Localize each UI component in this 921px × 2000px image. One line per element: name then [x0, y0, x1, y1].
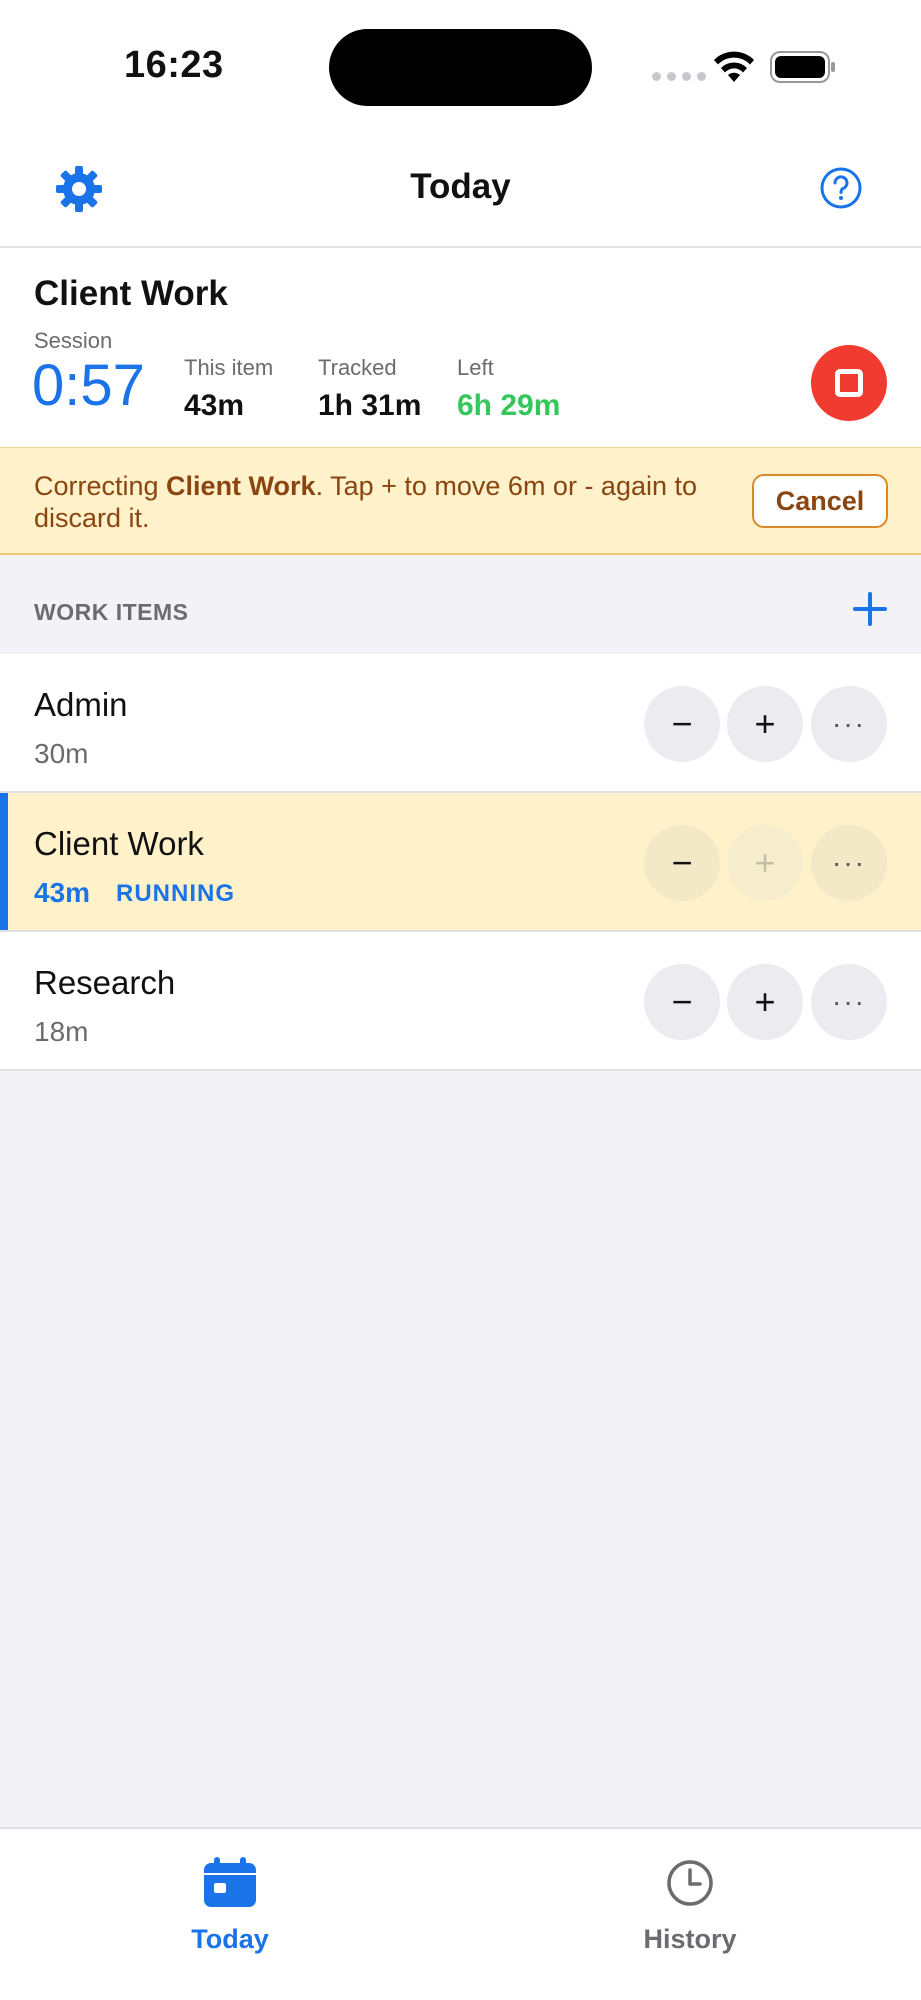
banner-message: Correcting Client Work. Tap + to move 6m…	[34, 471, 698, 533]
status-time: 16:23	[124, 44, 224, 86]
work-items-header: WORK ITEMS	[0, 555, 921, 654]
dynamic-island	[329, 29, 592, 106]
stat-left: Left 6h 29m	[457, 355, 560, 423]
tab-bar: Today History	[0, 1827, 921, 2000]
cancel-button[interactable]: Cancel	[752, 474, 888, 528]
stat-label: This item	[184, 355, 274, 380]
increment-button: +	[727, 825, 803, 901]
section-label: WORK ITEMS	[34, 599, 189, 625]
stop-button[interactable]	[811, 345, 887, 421]
list-item[interactable]: Client Work 43m RUNNING − + ···	[0, 793, 921, 932]
cellular-signal-icon	[652, 72, 706, 81]
wifi-icon	[714, 51, 754, 82]
decrement-button[interactable]: −	[644, 686, 720, 762]
navigation-bar: Today	[0, 135, 921, 248]
stat-tracked: Tracked 1h 31m	[318, 355, 421, 423]
item-duration: 43m	[34, 877, 91, 908]
item-name: Admin	[34, 686, 128, 723]
stat-value: 6h 29m	[457, 389, 561, 422]
stat-label: Left	[457, 355, 494, 380]
tab-label: Today	[191, 1924, 269, 1954]
list-item[interactable]: Admin 30m − + ···	[0, 654, 921, 793]
current-item-title: Client Work	[34, 274, 228, 313]
stat-value: 43m	[184, 389, 245, 422]
battery-icon	[770, 51, 835, 83]
tab-label: History	[643, 1924, 737, 1954]
stat-this-item: This item 43m	[184, 355, 273, 423]
plus-icon[interactable]	[850, 589, 890, 629]
clock-icon	[667, 1860, 713, 1906]
calendar-icon	[204, 1857, 256, 1907]
page-title: Today	[410, 167, 511, 206]
item-name: Client Work	[34, 825, 204, 862]
running-badge: RUNNING	[116, 880, 235, 907]
correction-banner: Correcting Client Work. Tap + to move 6m…	[0, 447, 921, 555]
item-name: Research	[34, 964, 176, 1001]
session-label: Session	[34, 328, 113, 353]
stat-label: Tracked	[318, 355, 397, 380]
stat-value: 1h 31m	[318, 389, 422, 422]
current-session-card: Client Work Session 0:57 This item 43m T…	[0, 248, 921, 447]
decrement-button[interactable]: −	[644, 964, 720, 1040]
item-duration: 30m	[34, 738, 89, 769]
question-circle-icon[interactable]	[818, 165, 864, 211]
work-items-list: Admin 30m − + ··· Client Work 43m RUNNIN…	[0, 654, 921, 1071]
more-button[interactable]: ···	[811, 825, 887, 901]
tab-today[interactable]: Today	[130, 1857, 330, 1955]
decrement-button[interactable]: −	[644, 825, 720, 901]
list-item[interactable]: Research 18m − + ···	[0, 932, 921, 1071]
tab-history[interactable]: History	[590, 1857, 790, 1955]
stop-icon	[835, 369, 863, 397]
more-button[interactable]: ···	[811, 964, 887, 1040]
banner-item-name: Client Work	[166, 471, 316, 501]
increment-button[interactable]: +	[727, 686, 803, 762]
running-indicator	[0, 793, 8, 930]
increment-button[interactable]: +	[727, 964, 803, 1040]
status-bar: 16:23	[0, 0, 921, 135]
session-timer: 0:57	[32, 353, 145, 418]
more-button[interactable]: ···	[811, 686, 887, 762]
item-duration: 18m	[34, 1016, 89, 1047]
